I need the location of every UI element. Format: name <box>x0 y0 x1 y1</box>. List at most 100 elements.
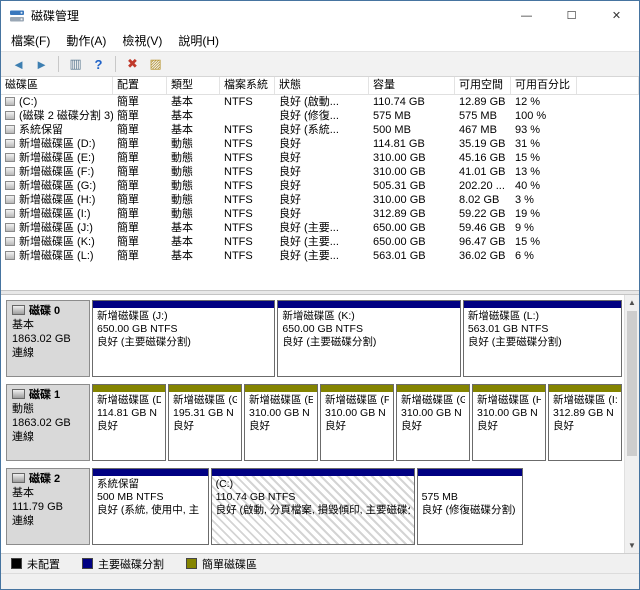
partition[interactable]: 新增磁碟區 (H310.00 GB N良好 <box>472 384 546 461</box>
disk-name: 磁碟 0 <box>29 305 60 317</box>
column-header[interactable]: 類型 <box>167 77 220 94</box>
partition-status: 良好 <box>553 420 617 433</box>
volume-row[interactable]: 新增磁碟區 (D:)簡單動態NTFS良好114.81 GB35.19 GB31 … <box>1 137 639 151</box>
volume-row[interactable]: 新增磁碟區 (K:)簡單基本NTFS良好 (主要...650.00 GB96.4… <box>1 235 639 249</box>
partition[interactable]: 新增磁碟區 (G195.31 GB N良好 <box>168 384 242 461</box>
legend-item: 主要磁碟分割 <box>82 556 164 572</box>
volume-status-cell: 良好 <box>275 193 369 207</box>
volume-row[interactable]: 新增磁碟區 (L:)簡單基本NTFS良好 (主要...563.01 GB36.0… <box>1 249 639 263</box>
volume-free-cell: 59.46 GB <box>455 221 511 235</box>
volume-row[interactable]: 新增磁碟區 (F:)簡單動態NTFS良好310.00 GB41.01 GB13 … <box>1 165 639 179</box>
column-header[interactable]: 可用百分比 <box>511 77 577 94</box>
volume-icon <box>5 209 15 218</box>
volume-layout-cell: 簡單 <box>113 151 167 165</box>
partition[interactable]: 新增磁碟區 (G310.00 GB N良好 <box>396 384 470 461</box>
help-icon[interactable]: ? <box>87 57 110 72</box>
volume-list-pane: 磁碟區配置類型檔案系統狀態容量可用空間可用百分比 (C:)簡單基本NTFS良好 … <box>1 77 639 290</box>
volume-fs-cell <box>220 109 275 123</box>
scroll-up-arrow[interactable]: ▲ <box>625 295 639 310</box>
volume-capacity-cell: 575 MB <box>369 109 455 123</box>
volume-fs-cell: NTFS <box>220 151 275 165</box>
toolbar-separator <box>58 56 59 72</box>
volume-row[interactable]: 新增磁碟區 (J:)簡單基本NTFS良好 (主要...650.00 GB59.4… <box>1 221 639 235</box>
partition[interactable]: 新增磁碟區 (F310.00 GB N良好 <box>320 384 394 461</box>
volume-row[interactable]: (磁碟 2 磁碟分割 3)簡單基本良好 (修復...575 MB575 MB10… <box>1 109 639 123</box>
partition-status: 良好 (系統, 使用中, 主 <box>97 504 204 517</box>
volume-layout-cell: 簡單 <box>113 235 167 249</box>
volume-free-cell: 35.19 GB <box>455 137 511 151</box>
volume-row[interactable]: 新增磁碟區 (E:)簡單動態NTFS良好310.00 GB45.16 GB15 … <box>1 151 639 165</box>
volume-pct-cell: 3 % <box>511 193 577 207</box>
partition[interactable]: 575 MB良好 (修復磁碟分割) <box>417 468 523 545</box>
console-tree-icon[interactable]: ▥ <box>64 56 87 72</box>
column-header[interactable]: 狀態 <box>275 77 369 94</box>
legend: 未配置主要磁碟分割簡單磁碟區 <box>1 553 639 573</box>
volume-row[interactable]: (C:)簡單基本NTFS良好 (啟動...110.74 GB12.89 GB12… <box>1 95 639 109</box>
menu-item[interactable]: 說明(H) <box>170 30 227 51</box>
close-button[interactable]: ✕ <box>594 1 639 30</box>
partition[interactable]: 新增磁碟區 (I:312.89 GB N良好 <box>548 384 622 461</box>
partition[interactable]: (C:)110.74 GB NTFS良好 (啟動, 分頁檔案, 損毀傾印, 主要… <box>211 468 415 545</box>
partition-name: 新增磁碟區 (H <box>477 394 541 407</box>
disk-label[interactable]: 磁碟 2基本111.79 GB連線 <box>6 468 90 545</box>
volume-filler-cell <box>577 95 639 109</box>
delete-volume-icon[interactable]: ✖ <box>121 56 144 72</box>
volume-pct-cell: 40 % <box>511 179 577 193</box>
volume-row[interactable]: 系統保留簡單基本NTFS良好 (系統...500 MB467 MB93 % <box>1 123 639 137</box>
partition-status: 良好 <box>173 420 237 433</box>
column-header[interactable]: 配置 <box>113 77 167 94</box>
scroll-thumb[interactable] <box>627 311 637 456</box>
partition[interactable]: 新增磁碟區 (J:)650.00 GB NTFS良好 (主要磁碟分割) <box>92 300 275 377</box>
partition-info: 新增磁碟區 (F310.00 GB N良好 <box>321 392 393 460</box>
back-arrow-icon[interactable]: ◄ <box>7 57 30 72</box>
volume-name: 新增磁碟區 (L:) <box>19 250 94 262</box>
volume-icon <box>5 181 15 190</box>
partition[interactable]: 新增磁碟區 (K:)650.00 GB NTFS良好 (主要磁碟分割) <box>277 300 460 377</box>
column-header[interactable]: 磁碟區 <box>1 77 113 94</box>
disk-label[interactable]: 磁碟 0基本1863.02 GB連線 <box>6 300 90 377</box>
partitions: 新增磁碟區 (D114.81 GB N良好新增磁碟區 (G195.31 GB N… <box>92 384 622 461</box>
partition-info: 新增磁碟區 (L:)563.01 GB NTFS良好 (主要磁碟分割) <box>464 308 621 376</box>
menu-item[interactable]: 動作(A) <box>58 30 114 51</box>
disk-label[interactable]: 磁碟 1動態1863.02 GB連線 <box>6 384 90 461</box>
volume-status-cell: 良好 (主要... <box>275 221 369 235</box>
partition-name: (C:) <box>216 478 410 491</box>
volume-filler-cell <box>577 207 639 221</box>
app-icon <box>9 8 25 24</box>
partition[interactable]: 新增磁碟區 (L:)563.01 GB NTFS良好 (主要磁碟分割) <box>463 300 622 377</box>
forward-arrow-icon[interactable]: ► <box>30 57 53 72</box>
minimize-button[interactable]: — <box>504 1 549 30</box>
volume-name-cell: 新增磁碟區 (F:) <box>1 165 113 179</box>
open-folder-icon[interactable]: ▨ <box>144 56 167 72</box>
volume-fs-cell: NTFS <box>220 179 275 193</box>
partition[interactable]: 新增磁碟區 (E310.00 GB N良好 <box>244 384 318 461</box>
menu-item[interactable]: 檔案(F) <box>3 30 58 51</box>
scrollbar[interactable]: ▲ ▼ <box>624 295 639 553</box>
column-header[interactable]: 容量 <box>369 77 455 94</box>
maximize-button[interactable]: ☐ <box>549 1 594 30</box>
legend-swatch <box>82 558 93 569</box>
scroll-down-arrow[interactable]: ▼ <box>625 538 639 553</box>
column-header[interactable]: 檔案系統 <box>220 77 275 94</box>
partition-size: 312.89 GB N <box>553 407 617 420</box>
volume-name: 新增磁碟區 (K:) <box>19 236 95 248</box>
volume-row[interactable]: 新增磁碟區 (H:)簡單動態NTFS良好310.00 GB8.02 GB3 % <box>1 193 639 207</box>
volume-status-cell: 良好 <box>275 207 369 221</box>
volume-row[interactable]: 新增磁碟區 (G:)簡單動態NTFS良好505.31 GB202.20 ...4… <box>1 179 639 193</box>
volume-capacity-cell: 650.00 GB <box>369 235 455 249</box>
partition[interactable]: 新增磁碟區 (D114.81 GB N良好 <box>92 384 166 461</box>
disk-icon <box>12 389 25 399</box>
column-header[interactable]: 可用空間 <box>455 77 511 94</box>
volume-type-cell: 基本 <box>167 109 220 123</box>
partition-size: 310.00 GB N <box>401 407 465 420</box>
volume-icon <box>5 125 15 134</box>
partition[interactable]: 系統保留500 MB NTFS良好 (系統, 使用中, 主 <box>92 468 209 545</box>
toolbar: ◄► ▥? ✖▨ <box>1 51 639 77</box>
menu-item[interactable]: 檢視(V) <box>114 30 170 51</box>
volume-row[interactable]: 新增磁碟區 (I:)簡單動態NTFS良好312.89 GB59.22 GB19 … <box>1 207 639 221</box>
partitions: 系統保留500 MB NTFS良好 (系統, 使用中, 主(C:)110.74 … <box>92 468 622 545</box>
partition-size: 310.00 GB N <box>325 407 389 420</box>
volume-name-cell: 新增磁碟區 (D:) <box>1 137 113 151</box>
volume-layout-cell: 簡單 <box>113 123 167 137</box>
volume-icon <box>5 111 15 120</box>
